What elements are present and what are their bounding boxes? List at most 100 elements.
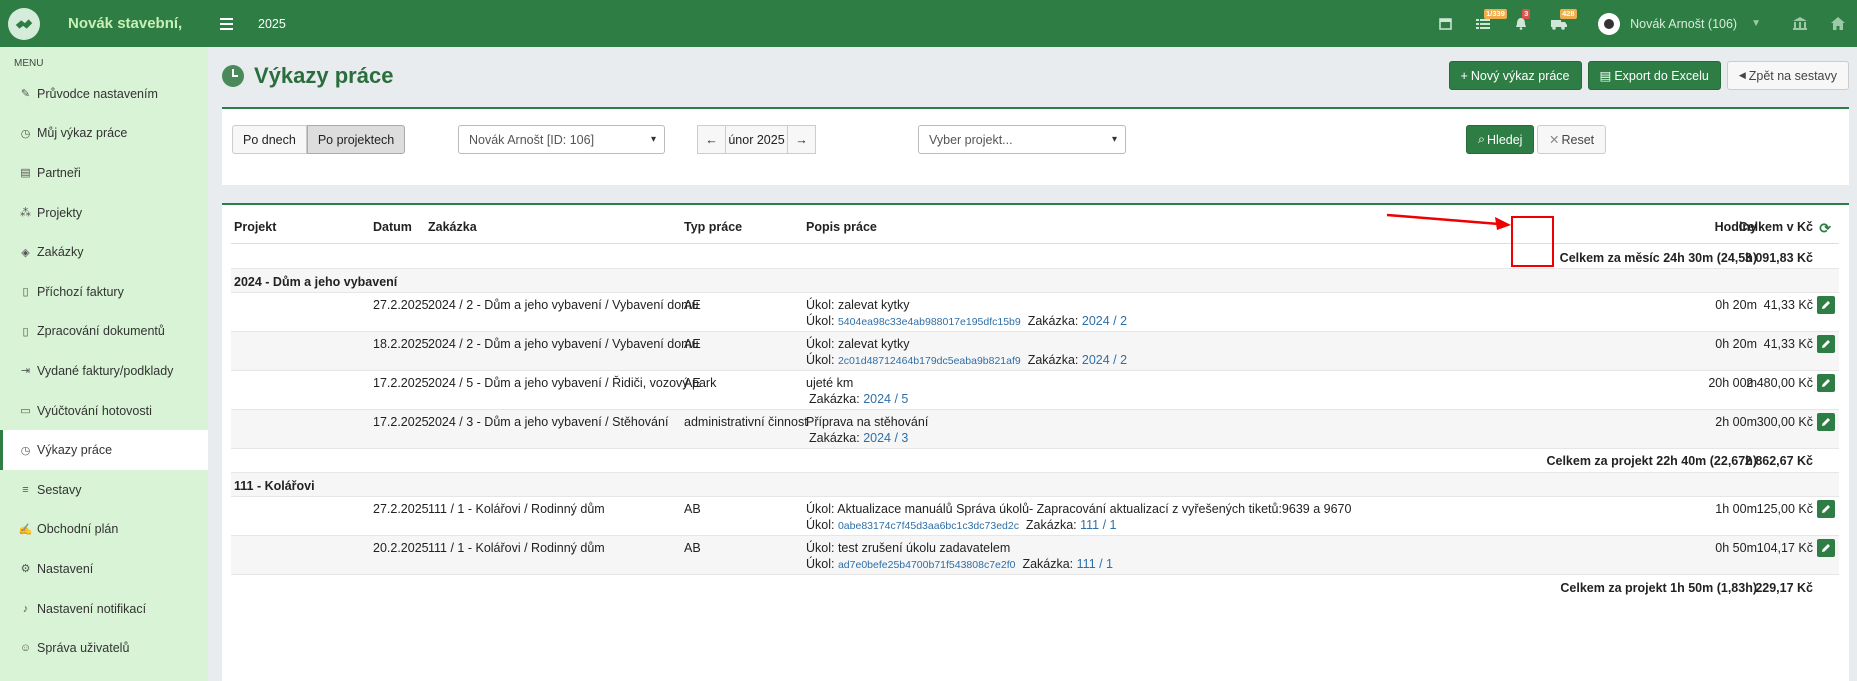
file-export-icon: ⇥ xyxy=(20,365,31,378)
sidebar-item-issued-invoices[interactable]: ⇥ Vydané faktury/podklady xyxy=(0,351,208,391)
edit-button[interactable] xyxy=(1817,539,1835,557)
button-label: Nový výkaz práce xyxy=(1470,68,1570,83)
handshake-icon: ✍ xyxy=(18,523,33,536)
sidebar-item-document-processing[interactable]: ▯ Zpracování dokumentů xyxy=(0,312,208,352)
pencil-icon xyxy=(1822,418,1830,426)
task-link[interactable]: 2c01d48712464b179dc5eaba9b821af9 xyxy=(838,355,1021,367)
year-label[interactable]: 2025 xyxy=(258,17,286,31)
order-link[interactable]: 111 / 1 xyxy=(1080,518,1116,532)
project-total-row: Celkem za projekt 22h 40m (22,67h) 2 862… xyxy=(231,449,1839,473)
sidebar-item-orders[interactable]: ◈ Zakázky xyxy=(0,232,208,272)
sidebar-item-label: Projekty xyxy=(37,205,83,220)
table-row: 17.2.2025 2024 / 5 - Dům a jeho vybavení… xyxy=(231,371,1839,410)
sidebar-item-setup-wizard[interactable]: ✎ Průvodce nastavením xyxy=(0,74,208,114)
cell-popis: ujeté km xyxy=(806,376,854,390)
button-label: Hledej xyxy=(1487,132,1523,147)
order-label: Zakázka: xyxy=(1022,557,1074,571)
top-navbar: Novák stavební, 2025 1/339 3 428 Novák A… xyxy=(0,0,1857,47)
cell-popis-meta: Úkol: 0abe83174c7f45d3aa6bc1c3dc73ed2c Z… xyxy=(806,518,1117,532)
task-link[interactable]: 5404ea98c33e4ab988017e195dfc15b9 xyxy=(838,316,1021,328)
cell-popis: Úkol: test zrušení úkolu zadavatelem xyxy=(806,541,1011,555)
next-month-arrow-icon[interactable]: → xyxy=(787,125,816,154)
edit-button[interactable] xyxy=(1817,335,1835,353)
user-select[interactable]: Novák Arnošt [ID: 106] ▾ xyxy=(458,125,665,154)
cell-kc: 41,33 Kč xyxy=(1763,337,1813,351)
cell-popis: Příprava na stěhování xyxy=(806,415,929,429)
user-menu[interactable]: Novák Arnošt (106) ▼ xyxy=(1598,12,1761,35)
home-icon[interactable] xyxy=(1819,0,1857,47)
sidebar-item-incoming-invoices[interactable]: ▯ Příchozí faktury xyxy=(0,272,208,312)
file-icon: ▯ xyxy=(22,325,29,338)
view-by-days-button[interactable]: Po dnech xyxy=(232,125,307,154)
project-select[interactable]: Vyber projekt... ▾ xyxy=(918,125,1126,154)
col-datum: Datum xyxy=(373,220,412,234)
cell-kc: 125,00 Kč xyxy=(1756,502,1813,516)
cell-datum: 17.2.2025 xyxy=(373,415,429,429)
truck-icon[interactable]: 428 xyxy=(1540,0,1578,47)
sidebar-item-projects[interactable]: ⁂ Projekty xyxy=(0,193,208,233)
project-name: 111 - Kolářovi xyxy=(234,479,315,493)
task-link[interactable]: 0abe83174c7f45d3aa6bc1c3dc73ed2c xyxy=(838,520,1019,532)
sidebar-item-notification-settings[interactable]: ♪ Nastavení notifikací xyxy=(0,589,208,629)
sidebar-item-settings[interactable]: ⚙ Nastavení xyxy=(0,549,208,589)
sidebar-item-business-plan[interactable]: ✍ Obchodní plán xyxy=(0,510,208,550)
edit-button[interactable] xyxy=(1817,413,1835,431)
caret-left-icon: ◀ xyxy=(1738,70,1746,80)
order-link[interactable]: 2024 / 3 xyxy=(863,431,908,445)
task-label: Úkol: xyxy=(806,314,835,328)
sidebar-item-cash-settlement[interactable]: ▭ Vyúčtování hotovosti xyxy=(0,391,208,431)
tasks-icon[interactable]: 1/339 xyxy=(1464,0,1507,47)
chart-icon: ≡ xyxy=(22,483,29,496)
cube-icon: ◈ xyxy=(21,246,30,259)
cell-kc: 2 480,00 Kč xyxy=(1746,376,1813,390)
bank-icon[interactable] xyxy=(1781,0,1819,47)
bell-icon[interactable]: 3 xyxy=(1502,0,1540,47)
sidebar-item-my-timesheet[interactable]: ◷ Můj výkaz práce xyxy=(0,114,208,154)
edit-button[interactable] xyxy=(1817,374,1835,392)
cell-kc: 41,33 Kč xyxy=(1763,298,1813,312)
cell-popis-meta: Zakázka: 2024 / 3 xyxy=(809,431,908,445)
menu-toggle-icon[interactable] xyxy=(220,14,240,34)
search-button[interactable]: ⌕ Hledej xyxy=(1466,125,1535,154)
table-row: 27.2.2025 111 / 1 - Kolářovi / Rodinný d… xyxy=(231,497,1839,536)
cell-hodiny: 0h 20m xyxy=(1715,298,1757,312)
order-link[interactable]: 2024 / 2 xyxy=(1082,314,1127,328)
sidebar-item-timesheets[interactable]: ◷ Výkazy práce xyxy=(0,430,208,470)
cell-typ: AE xyxy=(684,376,701,390)
task-link[interactable]: ad7e0befe25b4700b71f543808c7e2f0 xyxy=(838,559,1016,571)
sidebar-item-reports[interactable]: ≡ Sestavy xyxy=(0,470,208,510)
search-icon: ⌕ xyxy=(1478,132,1486,146)
order-label: Zakázka: xyxy=(809,392,860,406)
month-total-row: Celkem za měsíc 24h 30m (24,5h) 3 091,83… xyxy=(231,244,1839,269)
sidebar-item-user-management[interactable]: ☺ Správa uživatelů xyxy=(0,628,208,668)
col-projekt: Projekt xyxy=(234,220,277,234)
chevron-down-icon: ▾ xyxy=(1111,134,1117,145)
file-icon: ▯ xyxy=(22,286,29,299)
new-timesheet-button[interactable]: + Nový výkaz práce xyxy=(1448,61,1582,90)
edit-button[interactable] xyxy=(1817,296,1835,314)
edit-button[interactable] xyxy=(1817,500,1835,518)
reset-button[interactable]: ✕ Reset xyxy=(1537,125,1607,154)
task-label: Úkol: xyxy=(806,557,835,571)
table-row: 17.2.2025 2024 / 3 - Dům a jeho vybavení… xyxy=(231,410,1839,449)
bell-icon: ♪ xyxy=(22,602,29,615)
refresh-icon[interactable]: ⟳ xyxy=(1819,220,1831,237)
calendar-icon[interactable] xyxy=(1426,0,1464,47)
pencil-icon xyxy=(1822,301,1830,309)
order-link[interactable]: 2024 / 5 xyxy=(863,392,908,406)
cell-zakazka: 2024 / 5 - Dům a jeho vybavení / Řidiči,… xyxy=(428,376,717,390)
order-link[interactable]: 111 / 1 xyxy=(1077,557,1113,571)
cell-kc: 300,00 Kč xyxy=(1756,415,1813,429)
order-link[interactable]: 2024 / 2 xyxy=(1082,353,1127,367)
pencil-icon xyxy=(1822,340,1830,348)
prev-month-arrow-icon[interactable]: ← xyxy=(697,125,726,154)
sidebar-item-partners[interactable]: ▤ Partneři xyxy=(0,153,208,193)
back-to-reports-button[interactable]: ◀ Zpět na sestavy xyxy=(1726,61,1849,90)
view-by-projects-button[interactable]: Po projektech xyxy=(306,125,406,154)
project-total-label: Celkem za projekt 1h 50m (1,83h) xyxy=(1560,581,1757,595)
brand[interactable]: Novák stavební, xyxy=(0,0,208,47)
cogs-icon: ⚙ xyxy=(20,563,31,576)
plus-icon: + xyxy=(1460,68,1468,83)
cell-hodiny: 1h 00m xyxy=(1715,502,1757,516)
export-excel-button[interactable]: ▤ Export do Excelu xyxy=(1587,61,1721,90)
